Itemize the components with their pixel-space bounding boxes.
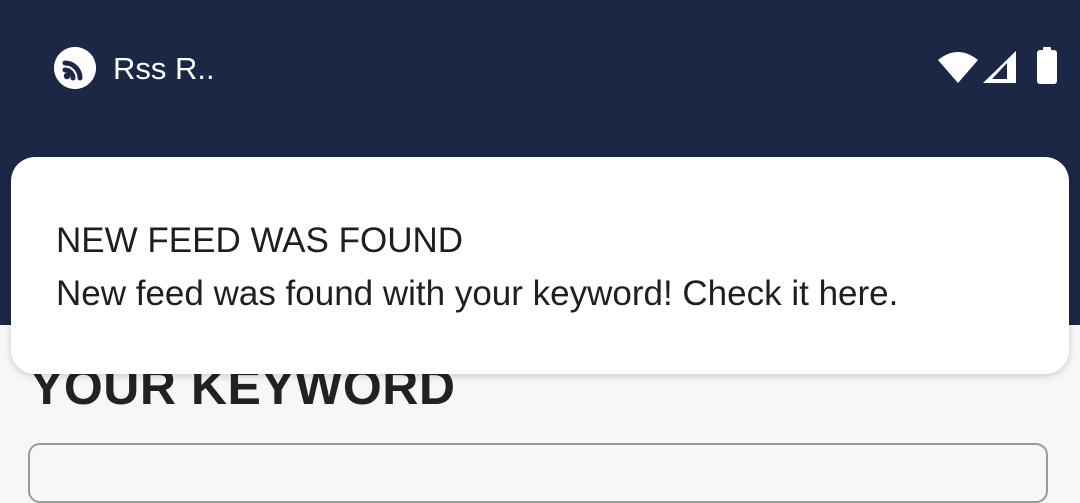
rss-icon (54, 47, 96, 89)
notification-body: New feed was found with your keyword! Ch… (56, 274, 899, 313)
notification-title: NEW FEED WAS FOUND (56, 221, 464, 260)
battery-icon (1036, 47, 1058, 90)
notification-card[interactable]: NEW FEED WAS FOUND New feed was found wi… (11, 157, 1069, 374)
wifi-icon (937, 50, 979, 89)
keyword-input[interactable] (28, 443, 1048, 503)
app-name: Rss R.. (113, 51, 215, 86)
cellular-signal-icon (982, 50, 1018, 89)
